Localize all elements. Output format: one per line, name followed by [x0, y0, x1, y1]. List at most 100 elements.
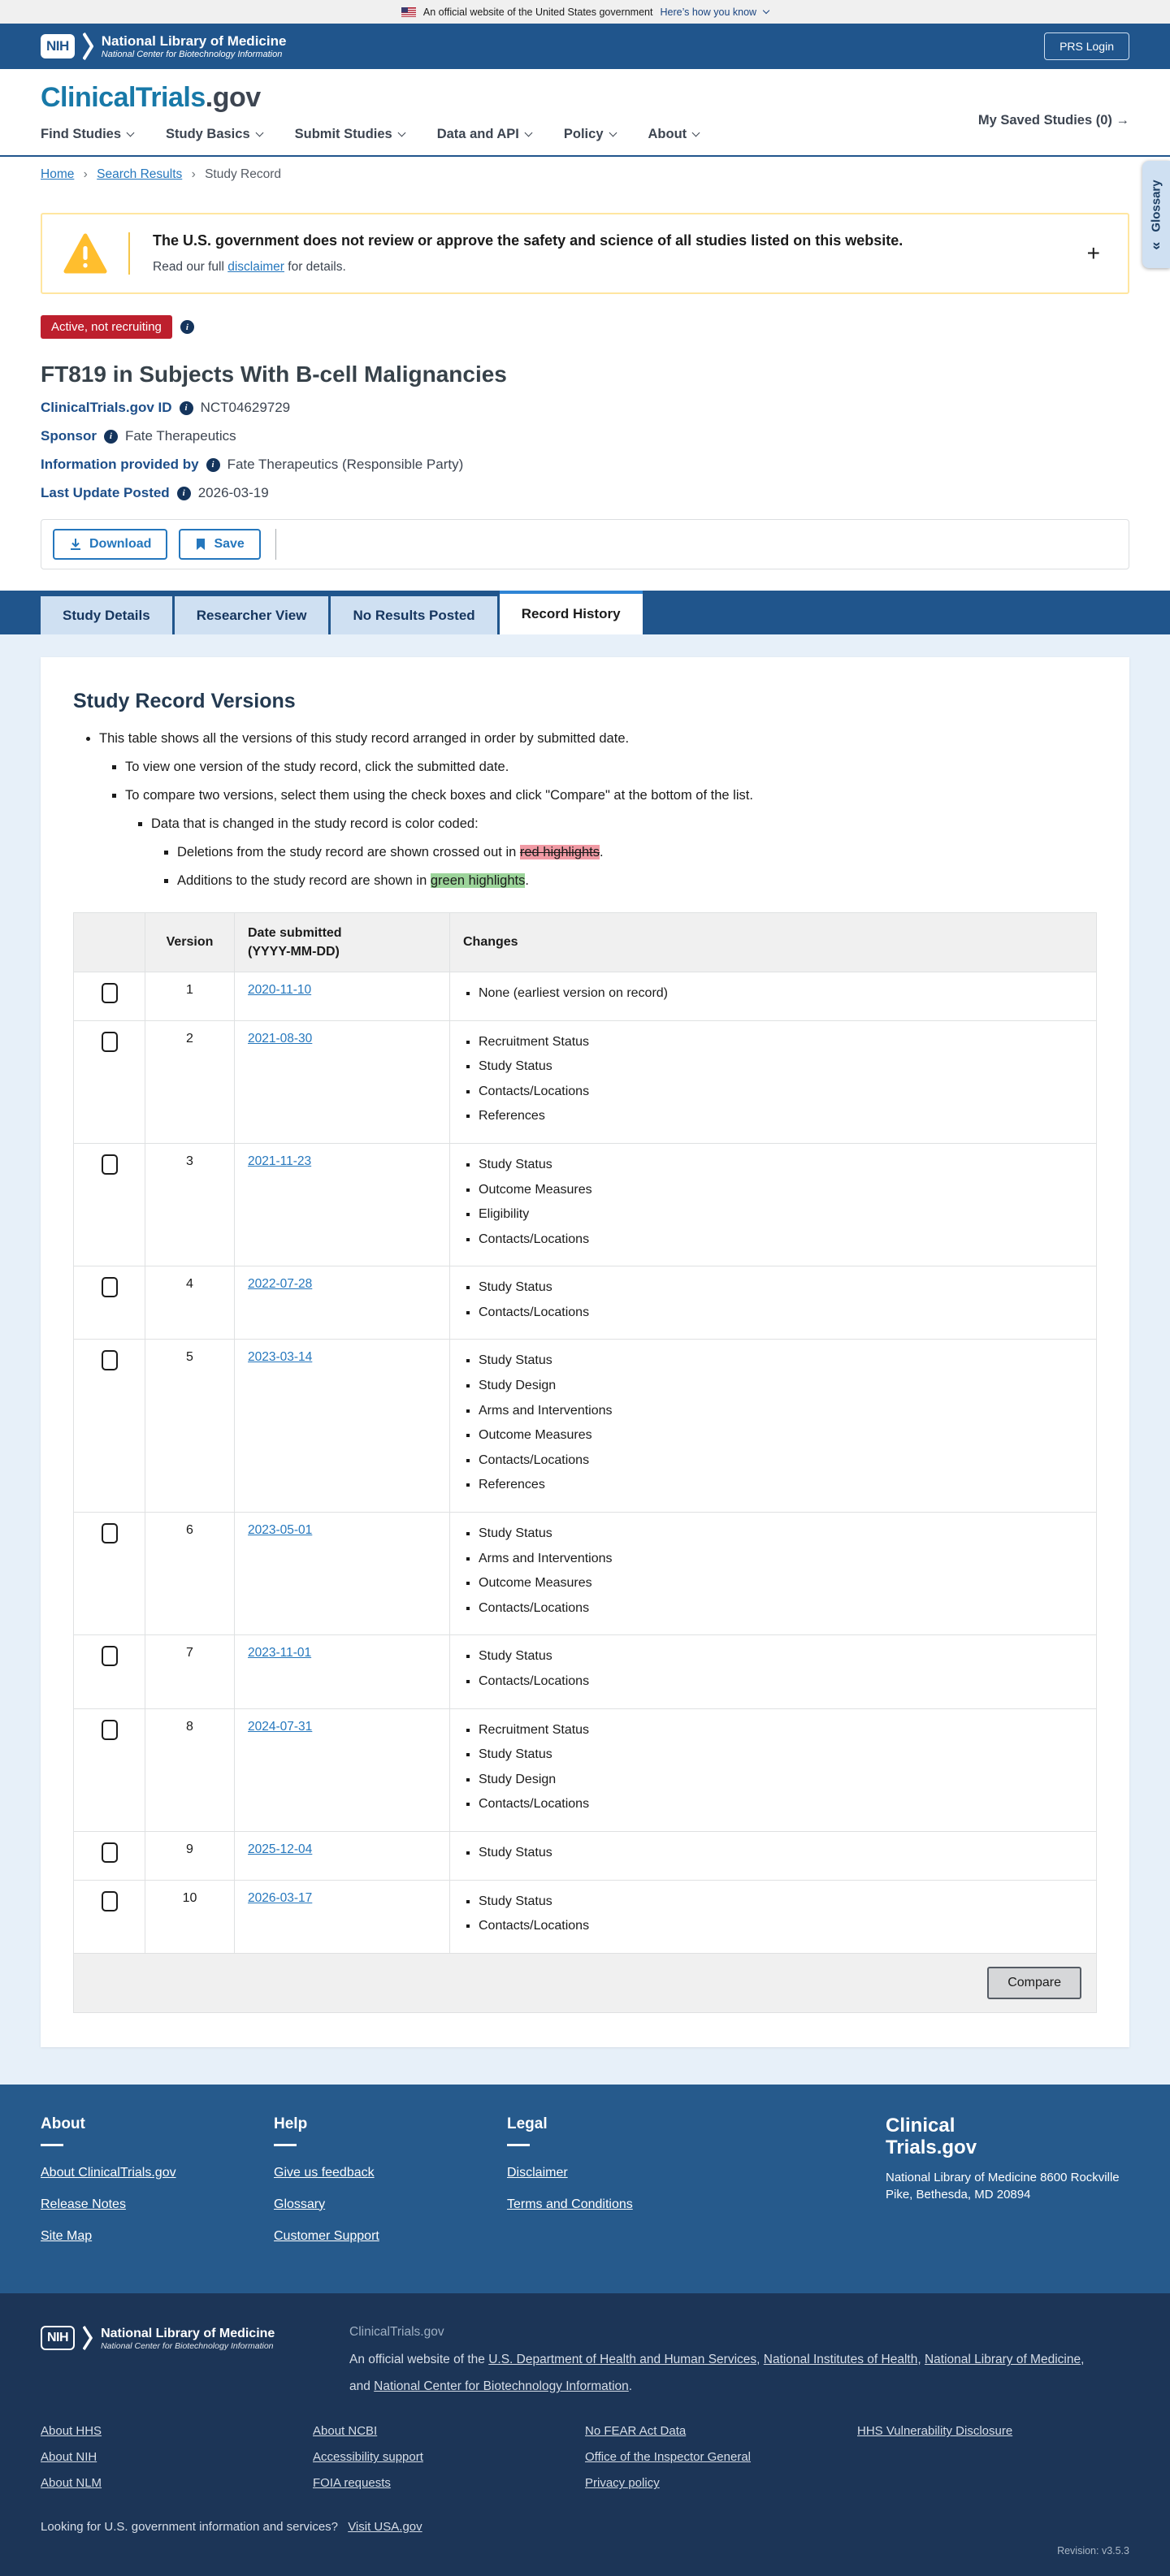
chevron-down-icon [762, 6, 770, 15]
footer-link[interactable]: About ClinicalTrials.gov [41, 2166, 176, 2180]
version-date-link[interactable]: 2023-03-14 [248, 1350, 312, 1364]
version-checkbox[interactable] [101, 1523, 118, 1544]
nlm-footer-link[interactable]: Privacy policy [585, 2476, 660, 2490]
nlm-footer-link[interactable]: About NLM [41, 2476, 102, 2490]
breadcrumb-search-results[interactable]: Search Results [97, 167, 182, 181]
footer-column-heading: Help [274, 2115, 507, 2146]
footer-link[interactable]: Give us feedback [274, 2166, 375, 2180]
warning-triangle-icon [63, 233, 107, 274]
nlm-footer-link[interactable]: About NIH [41, 2450, 97, 2464]
section-heading: Study Record Versions [73, 690, 296, 712]
footer-link[interactable]: Site Map [41, 2229, 92, 2243]
breadcrumb-home[interactable]: Home [41, 167, 74, 181]
ncbi-link[interactable]: National Center for Biotechnology Inform… [374, 2379, 629, 2393]
disclaimer-link[interactable]: disclaimer [228, 260, 284, 274]
change-item: Study Design [479, 1771, 1083, 1789]
footer-link[interactable]: Customer Support [274, 2229, 379, 2243]
expand-banner-button[interactable]: + [1082, 241, 1105, 266]
changes-column-header: Changes [449, 911, 1097, 972]
change-item: Study Status [479, 1525, 1083, 1543]
org-name: National Library of Medicine [101, 32, 287, 49]
version-checkbox[interactable] [101, 1646, 118, 1667]
version-date-link[interactable]: 2024-07-31 [248, 1720, 312, 1734]
nav-menu-item[interactable]: Find Studies [41, 127, 135, 142]
nlm-link-grid: About HHS About NIH About NLM About NCBI Ac… [41, 2424, 1129, 2502]
tab-researcher-view[interactable]: Researcher View [174, 596, 329, 634]
nih-link[interactable]: National Institutes of Health [764, 2353, 918, 2366]
nlm-footer-link[interactable]: Accessibility support [313, 2450, 423, 2464]
version-date-link[interactable]: 2020-11-10 [248, 983, 311, 997]
version-number: 10 [145, 1879, 235, 1954]
footer-link[interactable]: Release Notes [41, 2197, 126, 2211]
info-icon[interactable]: i [103, 429, 118, 444]
footer-column-heading: Legal [507, 2115, 740, 2146]
usa-gov-link[interactable]: Visit USA.gov [348, 2520, 422, 2534]
footer-brand: Clinical Trials.gov National Library of … [886, 2115, 1129, 2261]
download-button[interactable]: Download [53, 529, 168, 560]
compare-button[interactable]: Compare [987, 1966, 1081, 1999]
how-you-know-link[interactable]: Here’s how you know [660, 6, 756, 18]
study-meta-row: Information provided by i Fate Therapeut… [41, 457, 1129, 473]
nlm-footer-logo[interactable]: NIH National Library of Medicine Nationa… [41, 2326, 349, 2351]
version-checkbox[interactable] [101, 1842, 118, 1863]
change-item: Eligibility [479, 1206, 1083, 1223]
study-meta: ClinicalTrials.gov ID i NCT04629729 Spon… [41, 400, 1129, 501]
tab-study-details[interactable]: Study Details [41, 596, 172, 634]
version-checkbox[interactable] [101, 1277, 118, 1298]
nav-menu-item[interactable]: Submit Studies [295, 127, 406, 142]
info-icon[interactable]: i [176, 486, 191, 500]
clinicaltrials-logo[interactable]: ClinicalTrials.gov [41, 82, 1129, 114]
version-checkbox[interactable] [101, 1350, 118, 1371]
nlm-footer-link[interactable]: FOIA requests [313, 2476, 391, 2490]
change-item: Study Status [479, 1647, 1083, 1665]
info-icon[interactable]: i [179, 400, 193, 415]
version-date-link[interactable]: 2021-11-23 [248, 1154, 311, 1168]
footer-link[interactable]: Glossary [274, 2197, 325, 2211]
tab-record-history[interactable]: Record History [499, 591, 643, 634]
hhs-link[interactable]: U.S. Department of Health and Human Serv… [488, 2353, 756, 2366]
nav-menu-item[interactable]: Policy [564, 127, 617, 142]
breadcrumb: Home › Search Results › Study Record [41, 157, 1129, 190]
nav-menu-item[interactable]: Study Basics [166, 127, 264, 142]
change-item: References [479, 1476, 1083, 1494]
version-checkbox[interactable] [101, 1154, 118, 1175]
nav-menu-item[interactable]: Data and API [437, 127, 533, 142]
footer-link[interactable]: Disclaimer [507, 2166, 568, 2180]
save-button[interactable]: Save [179, 529, 261, 560]
change-item: Contacts/Locations [479, 1304, 1083, 1322]
nlm-footer-link[interactable]: About HHS [41, 2424, 102, 2438]
footer-link[interactable]: Terms and Conditions [507, 2197, 633, 2211]
nlm-official-statement: ClinicalTrials.gov An official website o… [349, 2319, 1097, 2401]
info-icon[interactable]: i [206, 457, 220, 472]
info-icon[interactable]: i [180, 320, 194, 334]
version-date-link[interactable]: 2022-07-28 [248, 1277, 312, 1291]
breadcrumb-separator: › [191, 167, 196, 181]
version-number: 3 [145, 1142, 235, 1267]
change-item: Study Status [479, 1844, 1083, 1862]
nlm-footer-link[interactable]: About NCBI [313, 2424, 377, 2438]
my-saved-studies-link[interactable]: My Saved Studies (0) → [978, 113, 1129, 128]
nlm-footer-link[interactable]: Office of the Inspector General [585, 2450, 751, 2464]
version-checkbox[interactable] [101, 982, 118, 1003]
version-checkbox[interactable] [101, 1890, 118, 1911]
nlm-footer-link[interactable]: HHS Vulnerability Disclosure [857, 2424, 1012, 2438]
prs-login-button[interactable]: PRS Login [1044, 32, 1129, 60]
version-date-link[interactable]: 2023-11-01 [248, 1646, 311, 1660]
version-date-link[interactable]: 2026-03-17 [248, 1891, 312, 1905]
version-date-link[interactable]: 2021-08-30 [248, 1032, 312, 1046]
nlm-logo[interactable]: NIH National Library of Medicine Nationa… [41, 32, 286, 60]
nlm-link[interactable]: National Library of Medicine [925, 2353, 1081, 2366]
change-item: Study Status [479, 1746, 1083, 1764]
changes-list: Study Status Contacts/Locations [463, 1279, 1083, 1321]
version-checkbox[interactable] [101, 1031, 118, 1052]
change-item: Contacts/Locations [479, 1673, 1083, 1691]
us-gov-banner: An official website of the United States… [0, 0, 1170, 24]
version-date-link[interactable]: 2025-12-04 [248, 1842, 312, 1856]
disclaimer-subtext: Read our full disclaimer for details. [153, 260, 346, 274]
nlm-footer-link[interactable]: No FEAR Act Data [585, 2424, 686, 2438]
nav-menu-item[interactable]: About [648, 127, 700, 142]
version-checkbox[interactable] [101, 1719, 118, 1740]
tab-no-results-posted[interactable]: No Results Posted [331, 596, 497, 634]
glossary-side-tab[interactable]: « Glossary [1142, 161, 1170, 268]
version-date-link[interactable]: 2023-05-01 [248, 1523, 312, 1537]
